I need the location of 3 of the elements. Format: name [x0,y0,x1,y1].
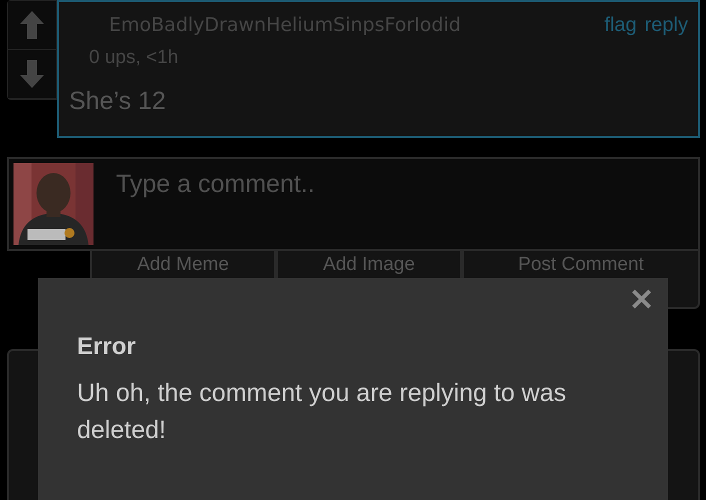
dialog-message: Uh oh, the comment you are replying to was deleted! [77,378,568,446]
dialog-title: Error [77,333,137,361]
comment-text: She’s 12 [69,87,167,116]
